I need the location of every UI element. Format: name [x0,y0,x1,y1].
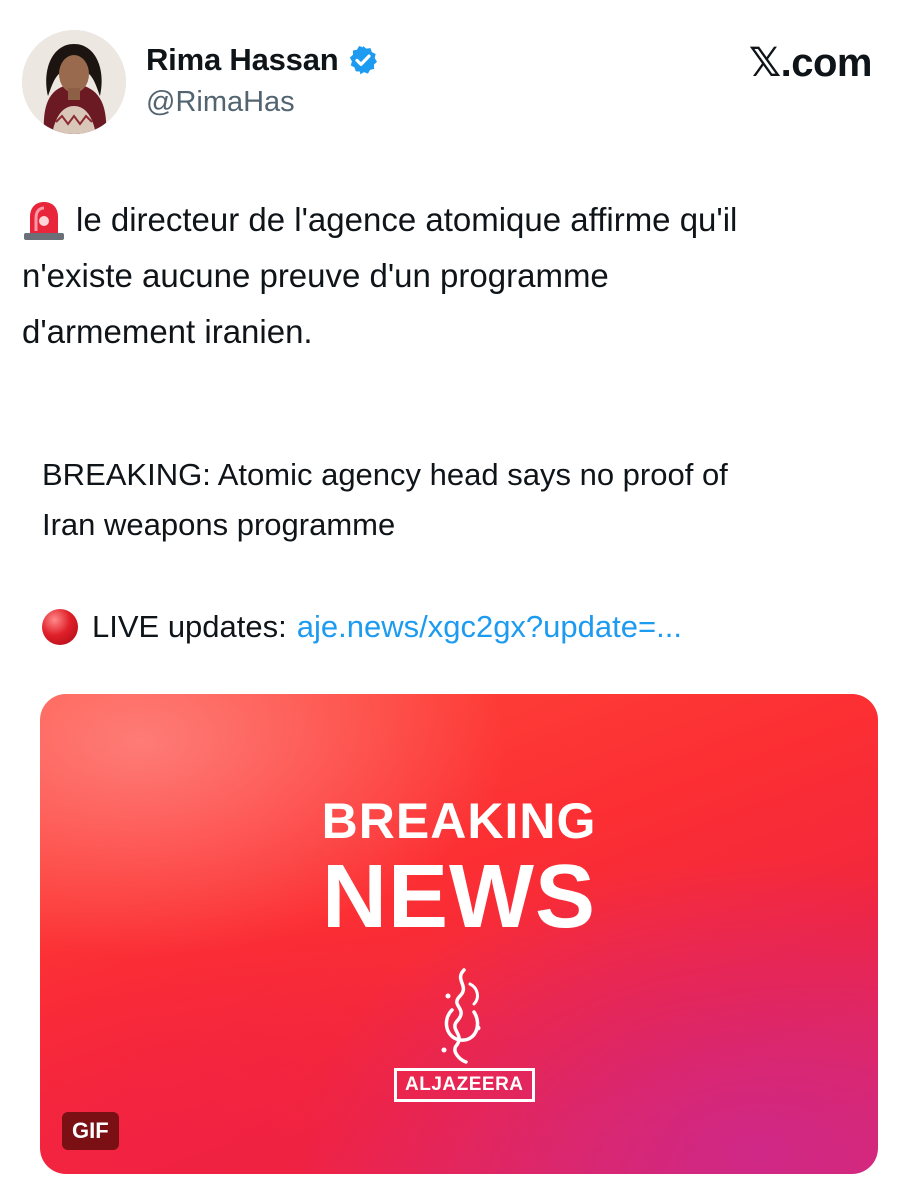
live-updates-link[interactable]: aje.news/xgc2gx?update=... [297,603,682,651]
aljazeera-wordmark: ALJAZEERA [394,1068,535,1102]
profile-photo-icon [22,30,126,134]
siren-icon [24,202,64,240]
author-name-row[interactable]: Rima Hassan [146,42,379,78]
live-updates-label: LIVE updates: [92,609,287,644]
author-display-name[interactable]: Rima Hassan [146,42,339,78]
author-handle[interactable]: @RimaHas [146,86,295,119]
tweet-body: le directeur de l'agence atomique affirm… [22,201,738,350]
verified-badge-icon [349,46,377,75]
tweet-text: le directeur de l'agence atomique affirm… [22,192,902,360]
media-gif[interactable]: BREAKING NEWS ALJAZEERA GIF [40,694,878,1174]
quoted-headline: BREAKING: Atomic agency head says no pro… [42,457,728,542]
live-updates-line: LIVE updates: aje.news/xgc2gx?update=... [42,603,682,651]
brand-label: 𝕏.com [748,41,873,85]
media-breaking-text: BREAKING [321,793,597,849]
media-news-text: NEWS [322,847,596,947]
gif-badge[interactable]: GIF [62,1112,119,1150]
avatar[interactable] [22,30,126,134]
aljazeera-logo-icon [441,968,481,1064]
red-circle-icon [42,609,78,645]
